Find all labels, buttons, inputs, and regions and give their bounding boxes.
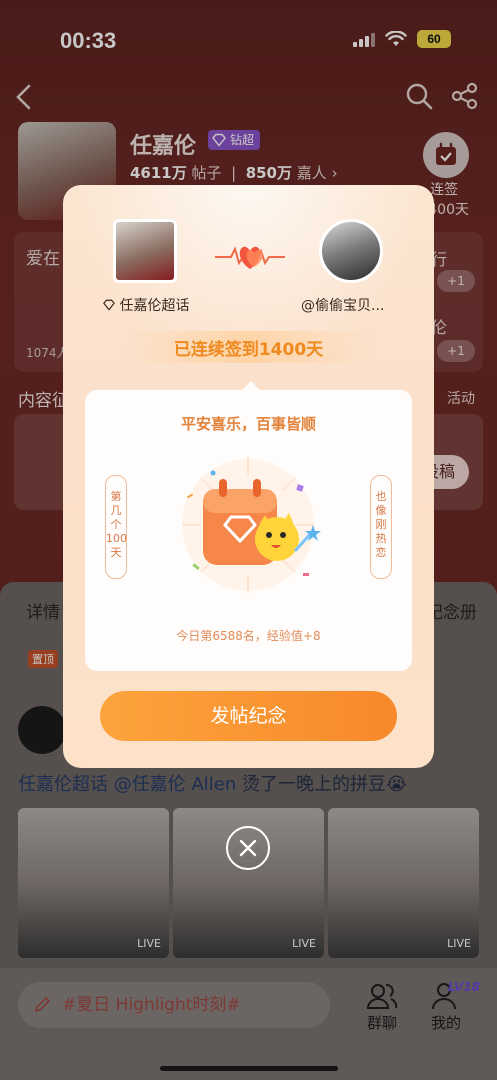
diamond-icon [103, 299, 115, 311]
couplet-left: 第几个100天 [105, 475, 127, 579]
user-avatar-popup [319, 219, 383, 283]
rank-text: 今日第6588名，经验值+8 [176, 629, 321, 643]
supertopic-avatar-popup [113, 219, 177, 283]
close-popup-button[interactable] [226, 826, 270, 870]
couplet-right: 也像刚热恋 [370, 475, 392, 579]
checkin-popup: 任嘉伦超话 @偷偷宝贝... 已连续签到1400天 平安喜乐，百事皆顺 第几个1… [63, 185, 434, 768]
post-commemorate-button[interactable]: 发帖纪念 [100, 691, 397, 741]
close-icon [239, 839, 257, 857]
supertopic-name-popup: 任嘉伦超话 [103, 295, 189, 315]
user-name-popup: @偷偷宝贝... [301, 298, 385, 314]
supertopic-name-popup-label: 任嘉伦超话 [119, 298, 190, 314]
streak-text: 已连续签到1400天 [173, 340, 324, 360]
calendar-mascot-illustration [182, 457, 321, 593]
blessing-text: 平安喜乐，百事皆顺 [180, 415, 316, 433]
heartbeat-heart-icon [215, 246, 285, 269]
